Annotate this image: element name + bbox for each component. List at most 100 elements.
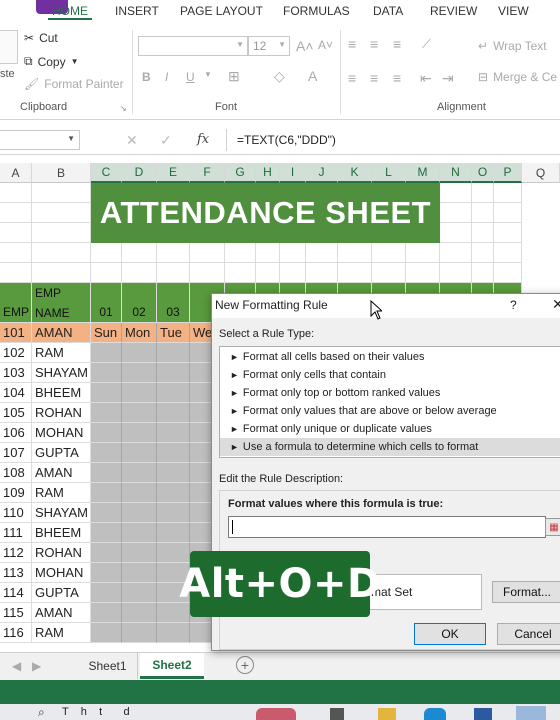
day-cell[interactable] bbox=[91, 503, 122, 523]
next-sheet-icon[interactable]: ▶ bbox=[32, 659, 41, 673]
align-bottom-icon[interactable]: ≡ bbox=[393, 36, 401, 52]
day-cell[interactable] bbox=[157, 483, 190, 503]
emp-name-cell[interactable]: SHAYAM bbox=[32, 503, 91, 523]
rule-type-item[interactable]: ► Format all cells based on their values bbox=[220, 348, 560, 366]
column-header-p[interactable]: P bbox=[494, 163, 522, 183]
day-cell[interactable] bbox=[91, 483, 122, 503]
cell[interactable] bbox=[32, 203, 91, 223]
cell[interactable] bbox=[91, 243, 122, 263]
column-header-j[interactable]: J bbox=[306, 163, 338, 183]
emp-name-cell[interactable]: GUPTA bbox=[32, 443, 91, 463]
day-cell[interactable] bbox=[122, 403, 157, 423]
emp-name-cell[interactable]: BHEEM bbox=[32, 523, 91, 543]
emp-name-cell[interactable]: GUPTA bbox=[32, 583, 91, 603]
grow-font-icon[interactable]: A˄ bbox=[296, 38, 314, 54]
paste-icon[interactable] bbox=[0, 30, 18, 64]
day-cell[interactable] bbox=[157, 383, 190, 403]
align-middle-icon[interactable]: ≡ bbox=[370, 36, 378, 52]
cell[interactable] bbox=[91, 263, 122, 283]
column-header-n[interactable]: N bbox=[440, 163, 472, 183]
cell[interactable] bbox=[494, 263, 522, 283]
day-cell[interactable] bbox=[91, 543, 122, 563]
taskbar-app-icon[interactable] bbox=[256, 708, 296, 720]
formula-input[interactable]: =TEXT(C6,"DDD") bbox=[226, 129, 560, 151]
column-header-k[interactable]: K bbox=[338, 163, 372, 183]
tab-sheet1[interactable]: Sheet1 bbox=[78, 653, 138, 679]
header-emp[interactable]: EMP bbox=[0, 283, 32, 323]
tab-page-layout[interactable]: PAGE LAYOUT bbox=[180, 4, 263, 18]
emp-id-cell[interactable]: 102 bbox=[0, 343, 32, 363]
column-header-l[interactable]: L bbox=[372, 163, 406, 183]
rule-type-item[interactable]: ► Format only cells that contain bbox=[220, 366, 560, 384]
tab-data[interactable]: DATA bbox=[373, 4, 403, 18]
rule-type-item[interactable]: ► Format only values that are above or be… bbox=[220, 402, 560, 420]
cell[interactable] bbox=[0, 263, 32, 283]
cell[interactable] bbox=[472, 263, 494, 283]
taskbar-search-icon[interactable]: ⌕ bbox=[38, 705, 45, 720]
emp-id-cell[interactable]: 106 bbox=[0, 423, 32, 443]
day-cell[interactable] bbox=[122, 543, 157, 563]
font-name-select[interactable]: ▼ bbox=[138, 36, 248, 56]
cell[interactable] bbox=[494, 203, 522, 223]
emp-id-cell[interactable]: 114 bbox=[0, 583, 32, 603]
italic-button[interactable]: I bbox=[165, 70, 168, 84]
emp-id-cell[interactable]: 107 bbox=[0, 443, 32, 463]
column-header-c[interactable]: C bbox=[91, 163, 122, 183]
help-button[interactable]: ? bbox=[510, 298, 517, 312]
prev-sheet-icon[interactable]: ◀ bbox=[12, 659, 21, 673]
taskbar-folder-icon[interactable] bbox=[378, 708, 396, 720]
rule-type-list[interactable]: ► Format all cells based on their values ►… bbox=[219, 346, 560, 458]
header-day-number[interactable]: 02 bbox=[122, 283, 157, 323]
taskbar-search-text[interactable]: T h t d bbox=[62, 706, 130, 718]
emp-name-cell[interactable]: ROHAN bbox=[32, 403, 91, 423]
taskbar-active-app-icon[interactable] bbox=[516, 706, 546, 720]
header-emp-name[interactable]: EMP NAME bbox=[32, 283, 91, 323]
emp-name-cell[interactable]: SHAYAM bbox=[32, 363, 91, 383]
collapse-dialog-icon[interactable]: ▦ bbox=[545, 518, 560, 536]
column-header-e[interactable]: E bbox=[157, 163, 190, 183]
header-day-number[interactable]: 01 bbox=[91, 283, 122, 323]
day-cell[interactable] bbox=[91, 563, 122, 583]
cell[interactable] bbox=[122, 263, 157, 283]
day-cell[interactable] bbox=[122, 383, 157, 403]
cell[interactable] bbox=[256, 243, 280, 263]
cell[interactable] bbox=[440, 243, 472, 263]
cell[interactable] bbox=[190, 243, 225, 263]
day-cell[interactable] bbox=[91, 343, 122, 363]
day-cell[interactable] bbox=[157, 523, 190, 543]
wrap-text-button[interactable]: ↵ Wrap Text bbox=[478, 39, 547, 53]
cell[interactable] bbox=[440, 223, 472, 243]
day-cell[interactable] bbox=[91, 463, 122, 483]
column-header-g[interactable]: G bbox=[225, 163, 256, 183]
header-day-number[interactable]: 03 bbox=[157, 283, 190, 323]
align-left-icon[interactable]: ≡ bbox=[348, 70, 356, 86]
column-header-b[interactable]: B bbox=[32, 163, 91, 183]
day-cell[interactable] bbox=[157, 403, 190, 423]
format-button[interactable]: Format... bbox=[492, 581, 560, 603]
column-header-o[interactable]: O bbox=[472, 163, 494, 183]
cell[interactable] bbox=[440, 183, 472, 203]
close-icon[interactable]: ✕ bbox=[552, 296, 560, 313]
cell[interactable] bbox=[472, 243, 494, 263]
day-cell[interactable] bbox=[157, 463, 190, 483]
cell[interactable] bbox=[225, 243, 256, 263]
formula-input-field[interactable] bbox=[228, 516, 546, 538]
align-center-icon[interactable]: ≡ bbox=[370, 70, 378, 86]
day-cell[interactable] bbox=[91, 603, 122, 623]
cell[interactable] bbox=[494, 243, 522, 263]
emp-id-cell[interactable]: 104 bbox=[0, 383, 32, 403]
day-cell[interactable] bbox=[122, 343, 157, 363]
day-cell[interactable] bbox=[91, 383, 122, 403]
paste-label[interactable]: ste bbox=[0, 68, 15, 80]
day-cell[interactable] bbox=[122, 443, 157, 463]
tab-home[interactable]: HOME bbox=[48, 4, 92, 20]
bold-button[interactable]: B bbox=[142, 70, 151, 84]
cell[interactable] bbox=[32, 183, 91, 203]
day-cell[interactable] bbox=[122, 523, 157, 543]
cell[interactable] bbox=[406, 243, 440, 263]
cell[interactable] bbox=[122, 243, 157, 263]
cell[interactable] bbox=[406, 263, 440, 283]
emp-name-cell[interactable]: AMAN bbox=[32, 603, 91, 623]
emp-id-cell[interactable]: 116 bbox=[0, 623, 32, 643]
merge-center-button[interactable]: ⊟ Merge & Ce bbox=[478, 70, 557, 84]
